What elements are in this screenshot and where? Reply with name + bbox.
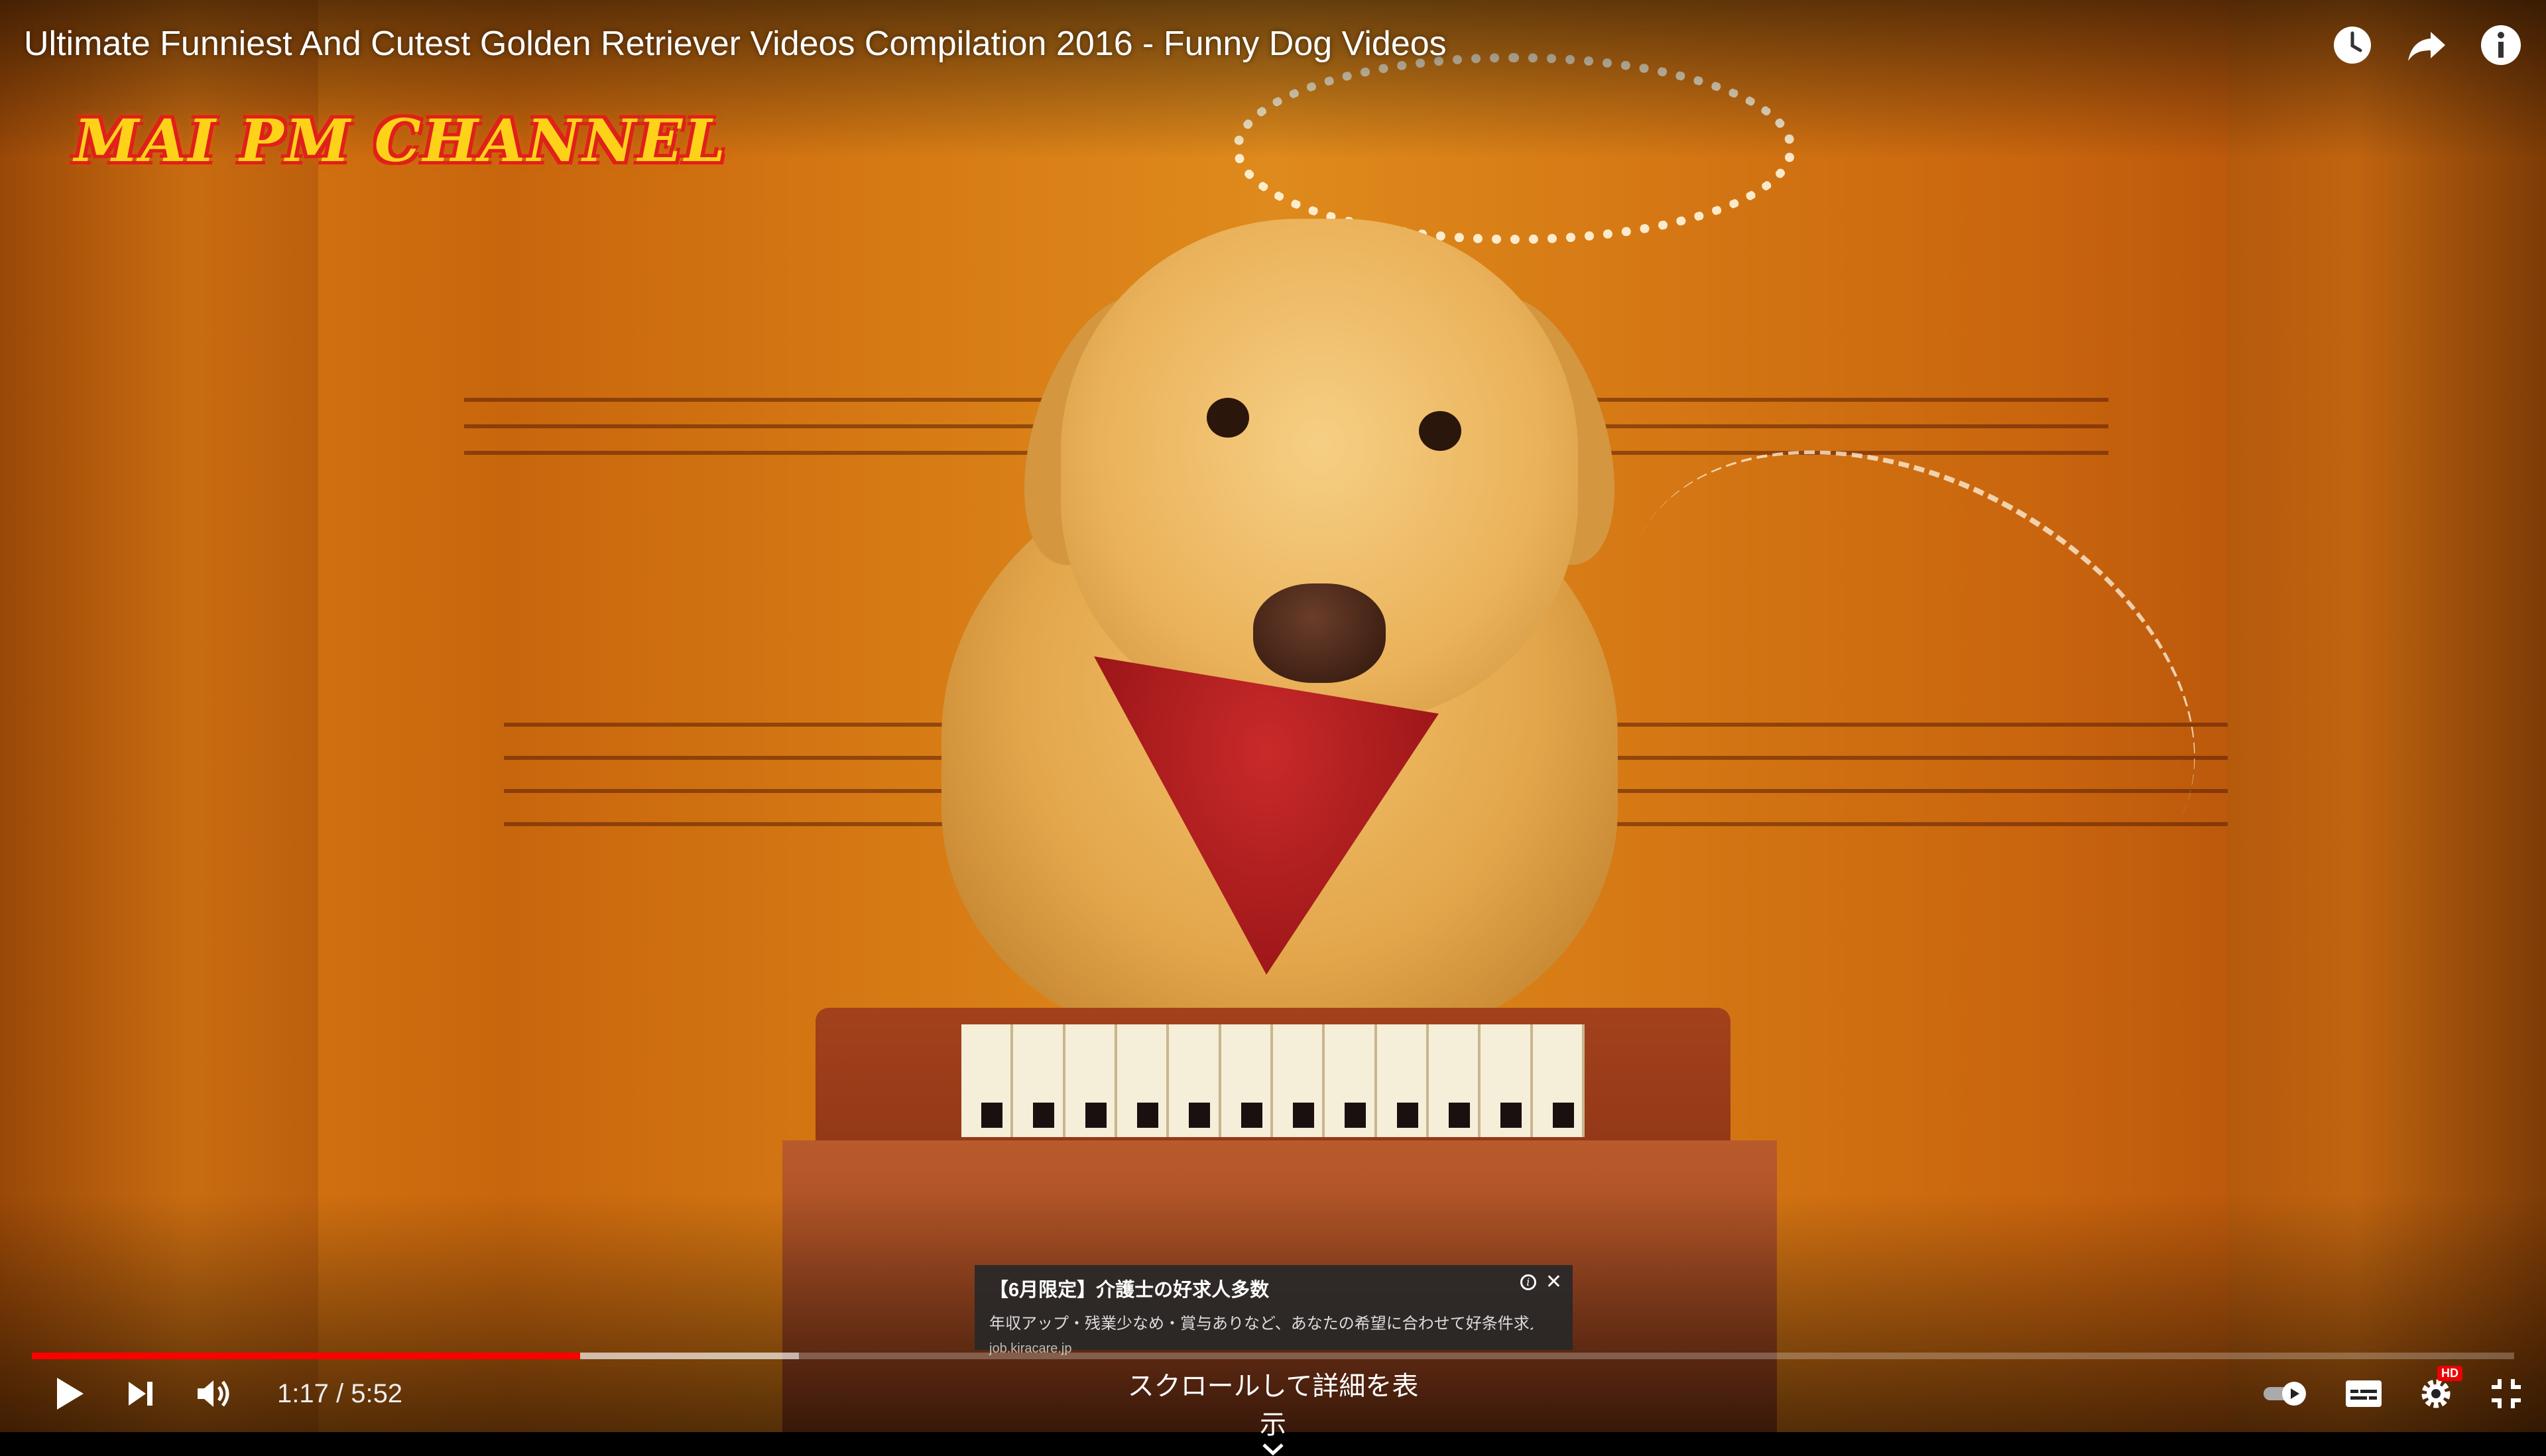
exit-fullscreen-button[interactable] [2489, 1370, 2523, 1418]
left-controls: 1:17 / 5:52 [54, 1370, 402, 1418]
piano-key [1481, 1024, 1533, 1137]
piano-key [1272, 1024, 1325, 1137]
duration: 5:52 [351, 1378, 403, 1408]
current-time: 1:17 [277, 1378, 329, 1408]
dog-eye [1207, 398, 1249, 438]
share-icon[interactable] [2405, 24, 2448, 66]
piano-keys [961, 1024, 1585, 1137]
play-button[interactable] [54, 1370, 86, 1418]
piano-key [1376, 1024, 1429, 1137]
ad-overlay[interactable]: 【6月限定】介護士の好求人多数 年収アップ・残業少なめ・賞与ありなど、あなたの希… [975, 1265, 1573, 1356]
piano-key [1065, 1024, 1117, 1137]
piano-key [1169, 1024, 1221, 1137]
scroll-hint-text: スクロールして詳細を表示 [1127, 1372, 1419, 1439]
ad-close-icon[interactable]: ✕ [1546, 1272, 1562, 1292]
subtitles-button[interactable] [2344, 1370, 2383, 1418]
exit-fullscreen-icon [2492, 1379, 2521, 1408]
piano-key [1428, 1024, 1481, 1137]
info-icon[interactable] [2480, 24, 2522, 66]
piano-key [1013, 1024, 1065, 1137]
subtitles-icon [2346, 1380, 2382, 1407]
dog-nose [1253, 583, 1386, 683]
progress-played [32, 1353, 581, 1359]
skip-next-icon [129, 1382, 152, 1406]
piano-key [961, 1024, 1014, 1137]
autoplay-toggle-icon [2264, 1382, 2306, 1406]
hd-badge: HD [2437, 1366, 2462, 1381]
volume-button[interactable] [195, 1370, 232, 1418]
time-separator: / [328, 1378, 351, 1408]
piano-key [1325, 1024, 1377, 1137]
time-display: 1:17 / 5:52 [277, 1379, 402, 1409]
ad-description: 年収アップ・残業少なめ・賞与ありなど、あなたの希望に合わせて好条件求人... [989, 1315, 1533, 1333]
play-icon [57, 1378, 84, 1410]
ad-title[interactable]: 【6月限定】介護士の好求人多数 [989, 1274, 1558, 1302]
piano-key [1221, 1024, 1273, 1137]
chevron-down-icon [1262, 1443, 1284, 1456]
top-controls [2331, 24, 2522, 66]
ad-info-icon[interactable]: i [1520, 1274, 1536, 1290]
right-controls: HD [2262, 1366, 2523, 1418]
autoplay-toggle[interactable] [2262, 1370, 2310, 1418]
piano-key [1117, 1024, 1170, 1137]
volume-icon [198, 1380, 229, 1407]
watch-later-icon[interactable] [2331, 24, 2374, 66]
settings-button[interactable]: HD [2417, 1366, 2462, 1418]
ad-controls: i ✕ [1520, 1272, 1562, 1292]
next-button[interactable] [125, 1370, 156, 1418]
progress-bar[interactable] [32, 1353, 2514, 1359]
piano-key [1532, 1024, 1585, 1137]
dog-eye [1419, 411, 1461, 451]
video-title[interactable]: Ultimate Funniest And Cutest Golden Retr… [24, 24, 1447, 64]
scroll-for-details[interactable]: スクロールして詳細を表示 [1127, 1365, 1419, 1456]
channel-watermark: MAI PM CHANNEL [74, 106, 727, 175]
